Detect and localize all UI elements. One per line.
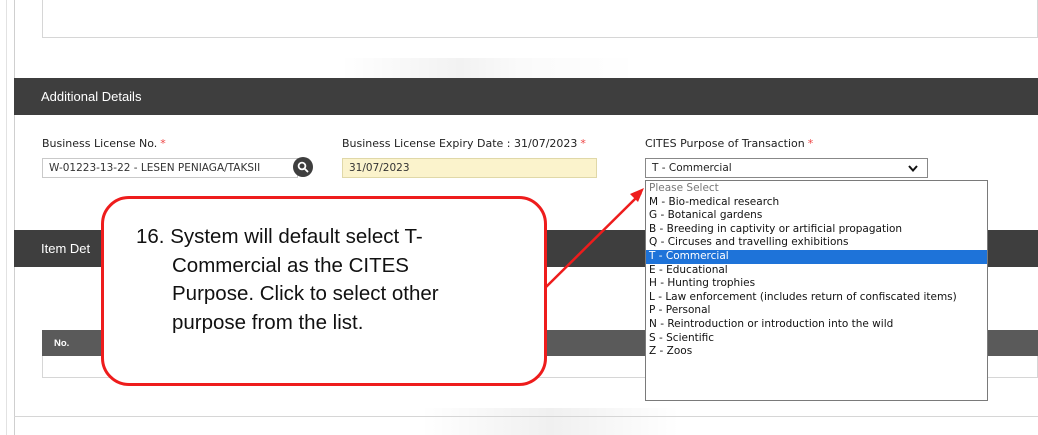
divider — [14, 416, 1038, 417]
background-decoration — [420, 408, 680, 435]
expiry-date-label: Business License Expiry Date : 31/07/202… — [342, 137, 586, 150]
dropdown-option[interactable]: M - Bio-medical research — [646, 196, 987, 210]
instruction-callout: 16. System will default select T- Commer… — [101, 196, 547, 386]
dropdown-option[interactable]: E - Educational — [646, 264, 987, 278]
business-license-label: Business License No. * — [42, 137, 166, 150]
callout-text: Commercial as the CITES — [172, 253, 409, 277]
search-icon — [297, 161, 309, 173]
dropdown-option[interactable]: N - Reintroduction or introduction into … — [646, 318, 987, 332]
business-license-input[interactable]: W-01223-13-22 - LESEN PENIAGA/TAKSII — [42, 158, 298, 178]
dropdown-option[interactable]: Please Select — [646, 182, 987, 196]
dropdown-option[interactable]: Z - Zoos — [646, 345, 987, 359]
license-search-button[interactable] — [293, 157, 313, 177]
dropdown-option[interactable]: S - Scientific — [646, 332, 987, 346]
dropdown-option[interactable]: B - Breeding in captivity or artificial … — [646, 223, 987, 237]
dropdown-option-selected[interactable]: T - Commercial — [646, 249, 987, 264]
callout-text: purpose from the list. — [172, 310, 364, 334]
page-border — [6, 0, 7, 435]
item-details-title: Item Det — [41, 241, 91, 256]
dropdown-option[interactable]: G - Botanical gardens — [646, 209, 987, 223]
additional-details-header: Additional Details — [14, 78, 1038, 115]
callout-text: Purpose. Click to select other — [172, 282, 439, 305]
dropdown-option[interactable]: Q - Circuses and travelling exhibitions — [646, 236, 987, 250]
required-mark: * — [580, 137, 586, 150]
chevron-down-icon — [908, 165, 918, 173]
callout-text: 16. System will default select T- — [136, 225, 423, 248]
cites-purpose-dropdown-list[interactable]: Please Select M - Bio-medical research G… — [645, 180, 988, 401]
dropdown-option[interactable]: H - Hunting trophies — [646, 277, 987, 291]
cites-purpose-label: CITES Purpose of Transaction * — [645, 137, 814, 150]
expiry-date-input[interactable]: 31/07/2023 — [342, 158, 597, 178]
table-column-no: No. — [54, 338, 70, 349]
dropdown-option[interactable]: P - Personal — [646, 304, 987, 318]
previous-section-card — [42, 0, 1038, 38]
required-mark: * — [160, 137, 166, 150]
additional-details-title: Additional Details — [41, 89, 142, 104]
dropdown-option[interactable]: L - Law enforcement (includes return of … — [646, 291, 987, 305]
required-mark: * — [807, 137, 814, 150]
background-decoration — [340, 58, 640, 80]
cites-purpose-select[interactable]: T - Commercial — [645, 158, 928, 178]
